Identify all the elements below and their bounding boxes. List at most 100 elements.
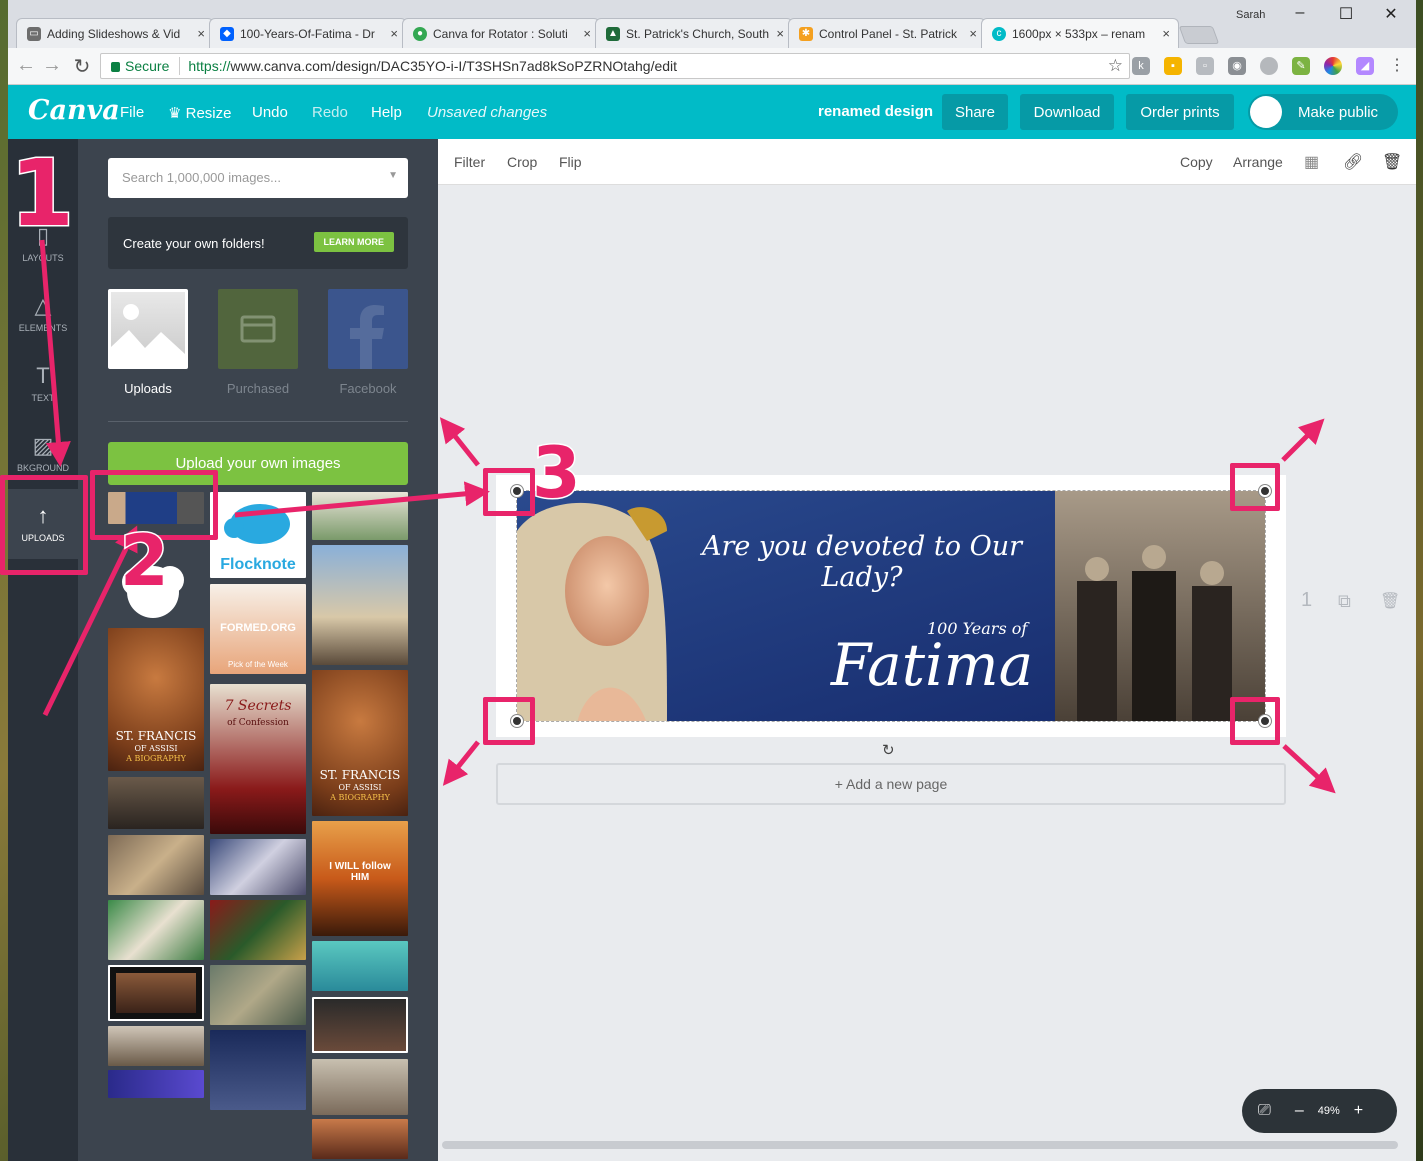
upload-thumbnail-meeting[interactable]	[210, 965, 306, 1025]
uploads-source-label: Uploads	[124, 381, 172, 396]
copy-button[interactable]: Copy	[1180, 154, 1213, 170]
thumb-text: of Confession	[227, 718, 289, 728]
upload-thumbnail-seminarian[interactable]	[312, 492, 408, 540]
undo-button[interactable]: Undo	[252, 104, 288, 121]
reload-icon[interactable]: ↻	[70, 54, 94, 79]
upload-thumbnail-church-tower[interactable]	[312, 545, 408, 665]
canva-logo[interactable]: Canva	[28, 95, 120, 126]
extension-icon[interactable]: ▫	[1196, 57, 1214, 75]
present-icon[interactable]: ⎚	[1258, 1102, 1271, 1120]
upload-thumbnail-stained-glass[interactable]	[210, 900, 306, 960]
extension-icon[interactable]: ✎	[1292, 57, 1310, 75]
extension-icon[interactable]: ▪	[1164, 57, 1182, 75]
zoom-out-button[interactable]: –	[1295, 1102, 1304, 1120]
upload-thumbnail-holy-spirit[interactable]	[210, 1030, 306, 1110]
secure-indicator[interactable]: Secure	[111, 58, 169, 74]
extension-icon[interactable]	[1260, 57, 1278, 75]
tab-close-icon[interactable]: ×	[1162, 26, 1170, 41]
flocknote-sheep-icon	[224, 504, 290, 544]
learn-more-button[interactable]: LEARN MORE	[313, 232, 394, 252]
color-picker-icon[interactable]	[1324, 57, 1342, 75]
bookmark-star-icon[interactable]: ☆	[1108, 56, 1123, 76]
forward-icon[interactable]: →	[40, 54, 64, 77]
chrome-menu-icon[interactable]: ⋮	[1388, 57, 1406, 75]
uploads-source-tile[interactable]	[108, 289, 188, 369]
upload-thumbnail-advent[interactable]	[108, 1070, 204, 1098]
browser-tab[interactable]: ✱ Control Panel - St. Patrick ×	[788, 18, 986, 48]
rail-item-text[interactable]: T TEXT	[8, 349, 78, 419]
browser-tab[interactable]: ▲ St. Patrick's Church, South ×	[595, 18, 793, 48]
step-number-1: 1	[8, 139, 75, 249]
upload-thumbnail-priests[interactable]	[108, 777, 204, 829]
upload-thumbnail-mass[interactable]	[210, 839, 306, 895]
zoom-level[interactable]: 49%	[1318, 1105, 1340, 1117]
extension-icon[interactable]: k	[1132, 57, 1150, 75]
file-menu[interactable]: File	[120, 104, 144, 121]
new-tab-button[interactable]	[1178, 26, 1220, 44]
upload-thumbnail-formed[interactable]: FORMED.ORG Pick of the Week	[210, 584, 306, 674]
profile-name[interactable]: Sarah	[1236, 9, 1265, 21]
camera-icon[interactable]: ◉	[1228, 57, 1246, 75]
tab-close-icon[interactable]: ×	[197, 26, 205, 41]
extension-icon[interactable]: ◢	[1356, 57, 1374, 75]
chevron-down-icon[interactable]: ▼	[388, 170, 398, 181]
filter-button[interactable]: Filter	[454, 154, 485, 170]
order-prints-button[interactable]: Order prints	[1126, 94, 1234, 130]
upload-thumbnail-follow-him[interactable]: I WILL follow HIM	[312, 821, 408, 936]
rail-item-elements[interactable]: △ ELEMENTS	[8, 279, 78, 349]
image-search-input[interactable]: Search 1,000,000 images... ▼	[108, 158, 408, 198]
tab-close-icon[interactable]: ×	[583, 26, 591, 41]
upload-thumbnail-st-francis-2[interactable]: ST. FRANCIS OF ASSISI A BIOGRAPHY	[312, 670, 408, 816]
facebook-source-tile[interactable]	[328, 289, 408, 369]
upload-thumbnail-flocknote[interactable]: Flocknote	[210, 492, 306, 578]
purchased-source-tile[interactable]	[218, 289, 298, 369]
make-public-toggle[interactable]: Make public	[1248, 94, 1398, 130]
maximize-icon[interactable]: ☐	[1331, 4, 1361, 24]
flip-button[interactable]: Flip	[559, 154, 582, 170]
browser-tab-active[interactable]: c 1600px × 533px – renam ×	[981, 18, 1179, 48]
trash-icon[interactable]: 🗑︎	[1382, 152, 1402, 172]
dropbox-icon: ◆	[220, 26, 234, 41]
design-name[interactable]: renamed design	[818, 103, 933, 120]
window-close-icon[interactable]: ✕	[1376, 4, 1406, 24]
share-button[interactable]: Share	[942, 94, 1008, 130]
upload-thumbnail-sunset[interactable]	[312, 1119, 408, 1159]
canvas-horizontal-scrollbar[interactable]	[442, 1141, 1398, 1149]
elements-icon: △	[34, 293, 52, 318]
delete-page-icon[interactable]: 🗑︎	[1380, 591, 1400, 611]
selected-image[interactable]: Are you devoted to Our Lady? 100 Years o…	[516, 490, 1266, 722]
upload-thumbnail-group[interactable]	[108, 1026, 204, 1066]
resize-menu[interactable]: ♛ Resize	[168, 104, 231, 122]
url-bar[interactable]: Secure https://www.canva.com/design/DAC3…	[100, 53, 1130, 79]
upload-thumbnail-video[interactable]	[108, 965, 204, 1021]
facebook-source-label: Facebook	[339, 381, 397, 396]
side-rail: ▯ LAYOUTS △ ELEMENTS T TEXT ▨ BKGROUND ↑ UPLO…	[8, 139, 78, 1161]
download-button[interactable]: Download	[1020, 94, 1114, 130]
redo-button[interactable]: Redo	[312, 104, 348, 121]
tab-close-icon[interactable]: ×	[776, 26, 784, 41]
upload-thumbnail-youtube[interactable]	[312, 997, 408, 1053]
tab-close-icon[interactable]: ×	[969, 26, 977, 41]
upload-thumbnail-hearts[interactable]	[312, 941, 408, 991]
browser-tab[interactable]: ▭ Adding Slideshows & Vid ×	[16, 18, 214, 48]
minimize-icon[interactable]: –	[1285, 4, 1315, 22]
upload-thumbnail-sanctuary[interactable]	[312, 1059, 408, 1115]
crop-button[interactable]: Crop	[507, 154, 537, 170]
transparency-icon[interactable]: ▦	[1304, 152, 1319, 172]
browser-tab[interactable]: ◆ 100-Years-Of-Fatima - Dr ×	[209, 18, 407, 48]
rotate-handle-icon[interactable]: ↻	[882, 741, 895, 759]
upload-thumbnail-st-francis[interactable]: ST. FRANCIS OF ASSISI A BIOGRAPHY	[108, 628, 204, 771]
help-menu[interactable]: Help	[371, 104, 402, 121]
browser-tab[interactable]: ● Canva for Rotator : Soluti ×	[402, 18, 600, 48]
upload-thumbnail-students[interactable]	[108, 900, 204, 960]
tab-close-icon[interactable]: ×	[390, 26, 398, 41]
zoom-in-button[interactable]: +	[1354, 1102, 1363, 1120]
back-icon[interactable]: ←	[14, 54, 38, 77]
arrange-button[interactable]: Arrange	[1233, 154, 1283, 170]
upload-thumbnail-classroom[interactable]	[108, 835, 204, 895]
add-page-button[interactable]: + Add a new page	[496, 763, 1286, 805]
highlight-handle-top-right	[1230, 463, 1280, 511]
upload-thumbnail-7-secrets[interactable]: 7 Secrets of Confession	[210, 684, 306, 834]
duplicate-page-icon[interactable]: ⧉	[1338, 591, 1351, 612]
link-icon[interactable]: 🔗︎	[1343, 152, 1363, 172]
